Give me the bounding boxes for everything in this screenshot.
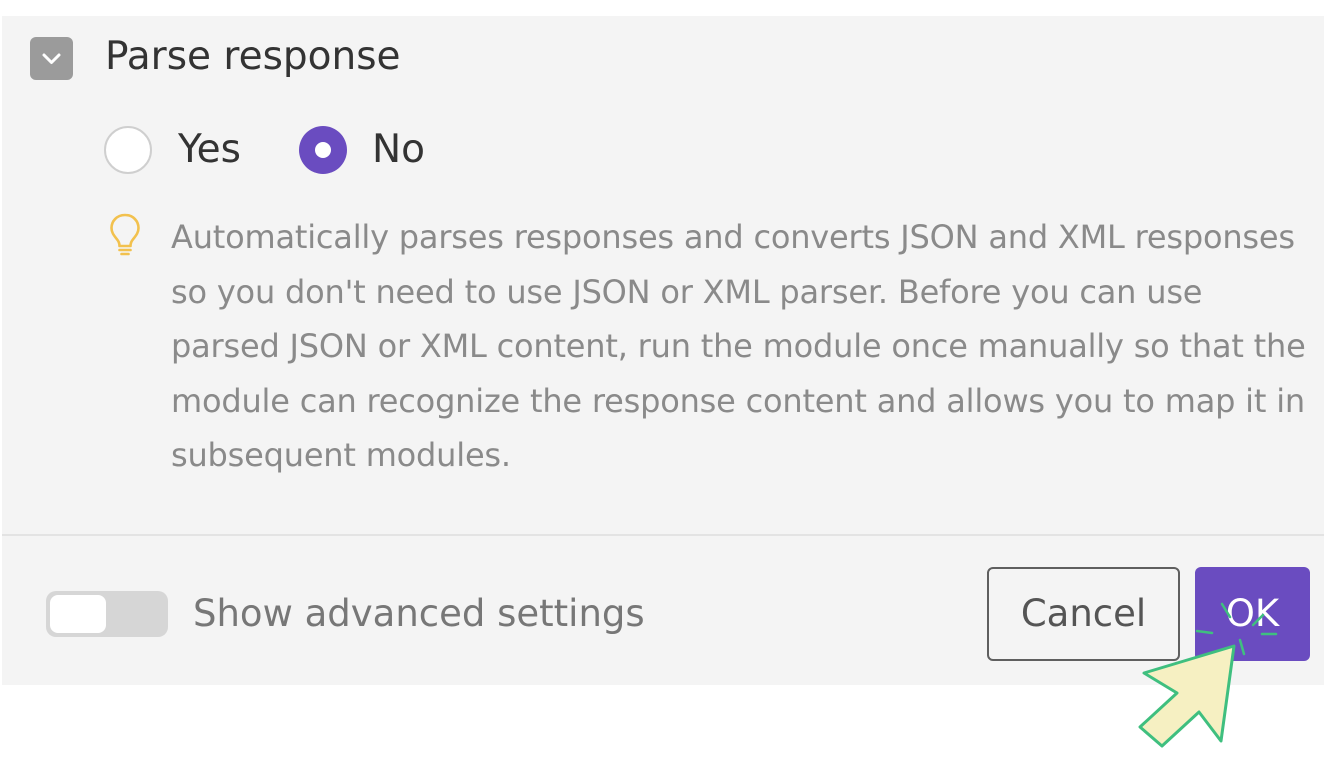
cancel-button[interactable]: Cancel: [987, 567, 1180, 661]
radio-no-label[interactable]: No: [372, 125, 425, 175]
lightbulb-icon: [108, 212, 142, 260]
radio-yes[interactable]: [104, 126, 152, 174]
advanced-settings-toggle[interactable]: [46, 591, 168, 637]
ok-button[interactable]: OK: [1195, 567, 1310, 661]
chevron-down-icon: [42, 53, 61, 64]
radio-selected-dot: [315, 142, 331, 158]
footer-divider: [2, 534, 1324, 536]
collapse-toggle-button[interactable]: [30, 37, 73, 80]
help-text: Automatically parses responses and conve…: [171, 218, 1306, 474]
advanced-settings-label[interactable]: Show advanced settings: [193, 589, 645, 639]
section-title: Parse response: [105, 34, 401, 79]
toggle-knob: [50, 595, 106, 633]
radio-no[interactable]: [299, 126, 347, 174]
radio-yes-label[interactable]: Yes: [178, 125, 241, 175]
